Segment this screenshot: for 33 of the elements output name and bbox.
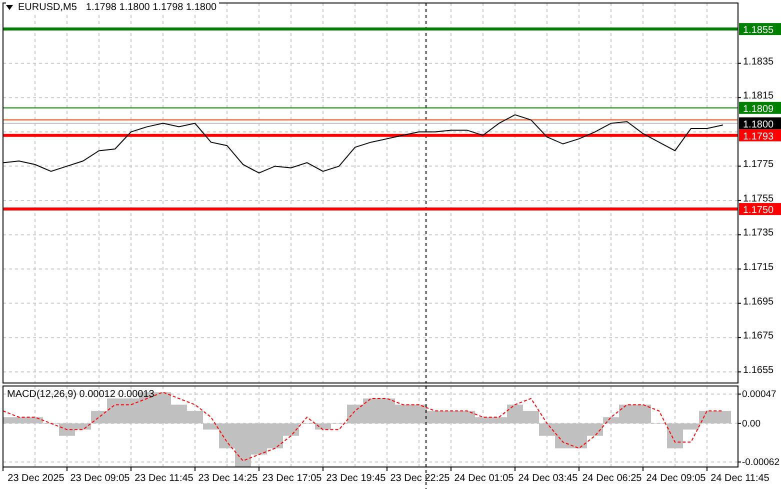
time-tick-label: 24 Dec 11:45 bbox=[710, 473, 770, 484]
indicator-title: MACD(12,26,9) 0.00012 0.00013 bbox=[7, 389, 154, 400]
indicator-tick-label: 0.00047 bbox=[742, 389, 776, 400]
price-level-label: 1.1793 bbox=[739, 129, 781, 142]
time-tick-label: 24 Dec 01:05 bbox=[454, 473, 514, 484]
price-tick-label: 1.1715 bbox=[743, 262, 774, 274]
indicator-tick-label: -0.00062 bbox=[742, 457, 780, 468]
price-level-label: 1.1855 bbox=[739, 23, 781, 36]
price-tick-label: 1.1835 bbox=[743, 56, 774, 68]
time-tick-label: 23 Dec 14:25 bbox=[198, 473, 258, 484]
price-tick-label: 1.1815 bbox=[743, 90, 774, 102]
price-tick-label: 1.1675 bbox=[743, 330, 774, 342]
time-tick-label: 23 Dec 17:05 bbox=[262, 473, 322, 484]
time-tick-label: 23 Dec 09:05 bbox=[70, 473, 130, 484]
price-level-label: 1.1800 bbox=[739, 117, 781, 130]
time-tick-label: 23 Dec 19:45 bbox=[326, 473, 386, 484]
time-tick-label: 24 Dec 06:25 bbox=[582, 473, 642, 484]
price-tick-label: 1.1695 bbox=[743, 296, 774, 308]
indicator-tick-label: 0.00 bbox=[742, 418, 760, 430]
price-level-label: 1.1809 bbox=[739, 102, 781, 115]
time-tick-label: 24 Dec 03:45 bbox=[518, 473, 578, 484]
time-tick-label: 24 Dec 09:05 bbox=[646, 473, 706, 484]
price-tick-label: 1.1655 bbox=[743, 364, 774, 376]
dropdown-triangle-icon[interactable] bbox=[6, 5, 13, 10]
price-tick-label: 1.1775 bbox=[743, 159, 774, 170]
time-tick-label: 23 Dec 11:45 bbox=[134, 473, 194, 484]
quote-values: 1.1798 1.1800 1.1798 1.1800 bbox=[86, 2, 217, 13]
price-level-label: 1.1750 bbox=[739, 203, 781, 216]
symbol-label: EURUSD,M5 bbox=[18, 2, 77, 13]
price-tick-label: 1.1735 bbox=[743, 228, 774, 239]
time-tick-label: 23 Dec 2025 bbox=[8, 473, 64, 484]
time-tick-label: 23 Dec 22:25 bbox=[390, 473, 450, 484]
price-tick-label: 1.1755 bbox=[743, 193, 774, 204]
